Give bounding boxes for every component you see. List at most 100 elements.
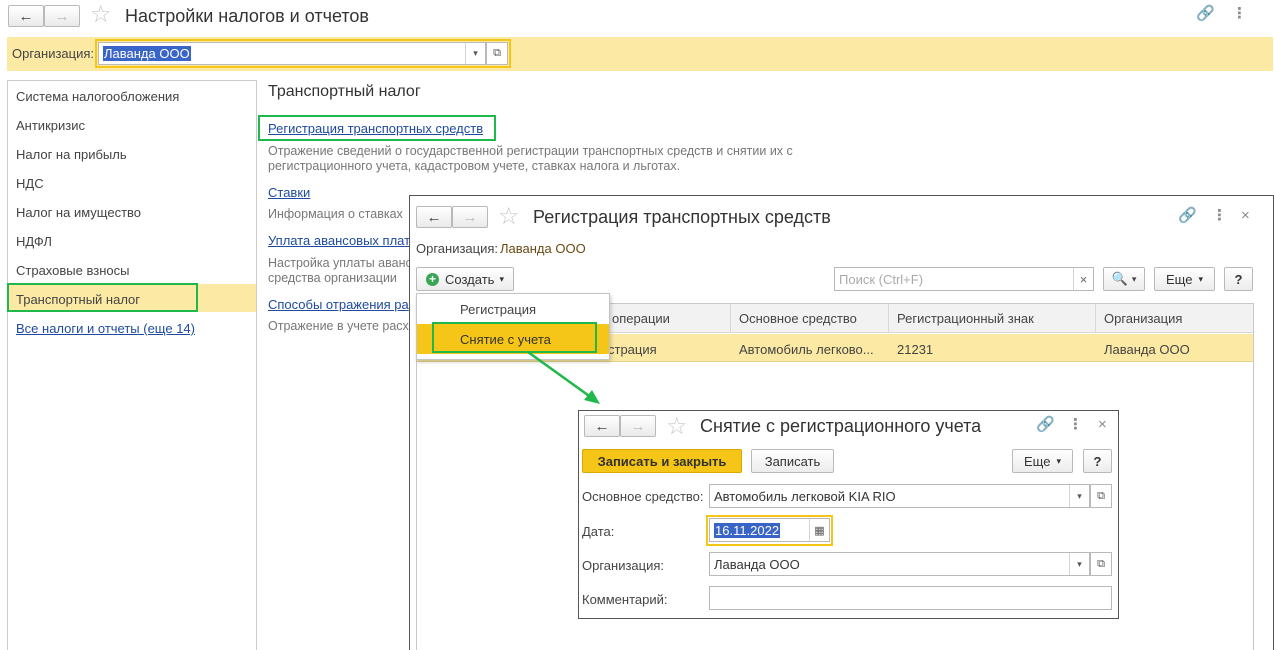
accounting-desc: Отражение в учете расх bbox=[268, 319, 409, 333]
date-input[interactable]: 16.11.2022 ▦ bbox=[709, 518, 830, 542]
sidebar-item-transport[interactable]: Транспортный налог bbox=[16, 292, 140, 307]
reg-more-menu-icon[interactable]: ⋮ bbox=[1212, 208, 1227, 224]
arrow-head bbox=[584, 390, 600, 404]
reg-close-icon[interactable]: × bbox=[1241, 208, 1250, 224]
sidebar-item-insurance[interactable]: Страховые взносы bbox=[16, 263, 129, 278]
advance-payments-link[interactable]: Уплата авансовых плат bbox=[268, 233, 410, 248]
arrow-line bbox=[527, 350, 593, 400]
col-header-org[interactable]: Организация bbox=[1104, 311, 1182, 326]
reg-org-label: Организация: bbox=[416, 241, 499, 256]
link-icon[interactable]: 🔗 bbox=[1196, 6, 1215, 22]
sidebar-item-ndfl[interactable]: НДФЛ bbox=[16, 234, 52, 249]
create-label: Создать bbox=[445, 271, 495, 287]
all-taxes-link[interactable]: Все налоги и отчеты (еще 14) bbox=[16, 321, 195, 336]
chevron-down-icon[interactable]: ▾ bbox=[1069, 553, 1089, 575]
registration-link[interactable]: Регистрация транспортных средств bbox=[268, 121, 483, 136]
dereg-more-menu-icon[interactable]: ⋮ bbox=[1068, 417, 1083, 433]
dereg-more-label: Еще bbox=[1024, 453, 1051, 469]
chevron-down-icon: ▾ bbox=[1056, 455, 1061, 466]
dereg-link-icon[interactable]: 🔗 bbox=[1036, 417, 1055, 433]
asset-input[interactable]: Автомобиль легковой KIA RIO ▾ bbox=[709, 484, 1090, 508]
chevron-down-icon: ▾ bbox=[1198, 273, 1203, 284]
dereg-window-title: Снятие с регистрационного учета bbox=[700, 416, 982, 436]
sidebar bbox=[7, 80, 257, 650]
open-icon[interactable]: ⧉ bbox=[486, 42, 508, 65]
chevron-down-icon[interactable]: ▾ bbox=[1069, 485, 1089, 507]
registration-desc-1: Отражение сведений о государственной рег… bbox=[268, 144, 793, 158]
dereg-org-label: Организация: bbox=[582, 558, 665, 573]
org-input[interactable]: Лаванда ООО ▾ bbox=[98, 42, 486, 65]
save-and-close-button[interactable]: Записать и закрыть bbox=[582, 449, 742, 473]
search-clear-icon[interactable]: × bbox=[1073, 268, 1093, 290]
reg-link-icon[interactable]: 🔗 bbox=[1178, 208, 1197, 224]
calendar-icon[interactable]: ▦ bbox=[809, 519, 829, 541]
asset-value: Автомобиль легковой KIA RIO bbox=[714, 488, 896, 504]
chevron-down-icon: ▾ bbox=[499, 273, 504, 284]
col-divider bbox=[730, 304, 731, 333]
reg-more-label: Еще bbox=[1166, 271, 1193, 287]
favorite-star-icon[interactable]: ☆ bbox=[90, 3, 112, 27]
save-button[interactable]: Записать bbox=[751, 449, 834, 473]
reg-favorite-star-icon[interactable]: ☆ bbox=[498, 205, 520, 229]
reg-forward-button[interactable]: → bbox=[452, 206, 488, 228]
comment-label: Комментарий: bbox=[582, 592, 668, 607]
dereg-org-open-icon[interactable]: ⧉ bbox=[1090, 552, 1112, 576]
search-icon: 🔍 bbox=[1111, 271, 1128, 286]
sidebar-item-tax-system[interactable]: Система налогообложения bbox=[16, 89, 179, 104]
sidebar-item-property-tax[interactable]: Налог на имущество bbox=[16, 205, 141, 220]
col-header-asset[interactable]: Основное средство bbox=[739, 311, 857, 326]
dereg-org-input[interactable]: Лаванда ООО ▾ bbox=[709, 552, 1090, 576]
advance-desc-2: средства организации bbox=[268, 271, 397, 285]
menu-item-registration[interactable]: Регистрация bbox=[460, 302, 536, 317]
plus-circle-icon: + bbox=[426, 272, 440, 286]
back-button[interactable]: ← bbox=[8, 5, 44, 27]
row-cell-org: Лаванда ООО bbox=[1104, 342, 1190, 357]
search-placeholder: Поиск (Ctrl+F) bbox=[839, 271, 924, 287]
reg-help-button[interactable]: ? bbox=[1224, 267, 1253, 291]
create-button[interactable]: + Создать ▾ bbox=[416, 267, 514, 291]
page-title: Настройки налогов и отчетов bbox=[125, 6, 369, 26]
row-cell-asset: Автомобиль легково... bbox=[739, 342, 874, 357]
dereg-more-button[interactable]: Еще ▾ bbox=[1012, 449, 1073, 473]
col-divider bbox=[1095, 304, 1096, 333]
menu-item-deregistration[interactable]: Снятие с учета bbox=[460, 332, 551, 347]
comment-input[interactable] bbox=[709, 586, 1112, 610]
dereg-close-icon[interactable]: × bbox=[1098, 417, 1107, 433]
dereg-org-value: Лаванда ООО bbox=[714, 556, 800, 572]
reg-org-value: Лаванда ООО bbox=[500, 241, 586, 256]
reg-back-button[interactable]: ← bbox=[416, 206, 452, 228]
forward-button[interactable]: → bbox=[44, 5, 80, 27]
col-divider bbox=[888, 304, 889, 333]
dereg-help-button[interactable]: ? bbox=[1083, 449, 1112, 473]
section-heading: Транспортный налог bbox=[268, 83, 421, 100]
dereg-favorite-star-icon[interactable]: ☆ bbox=[666, 415, 688, 439]
chevron-down-icon: ▾ bbox=[1131, 273, 1137, 284]
dereg-forward-button[interactable]: → bbox=[620, 415, 656, 437]
advance-desc-1: Настройка уплаты аванс bbox=[268, 256, 412, 270]
chevron-down-icon[interactable]: ▾ bbox=[465, 43, 485, 64]
search-input[interactable]: Поиск (Ctrl+F) × bbox=[834, 267, 1094, 291]
date-value: 16.11.2022 bbox=[714, 522, 781, 538]
rates-desc: Информация о ставках bbox=[268, 207, 403, 221]
sidebar-item-anticrisis[interactable]: Антикризис bbox=[16, 118, 85, 133]
org-label: Организация: bbox=[12, 46, 95, 61]
org-value: Лаванда ООО bbox=[103, 46, 191, 61]
row-cell-operation: страция bbox=[608, 342, 657, 357]
search-button[interactable]: 🔍 ▾ bbox=[1103, 267, 1145, 291]
reg-window-title: Регистрация транспортных средств bbox=[533, 207, 831, 227]
sidebar-item-vat[interactable]: НДС bbox=[16, 176, 44, 191]
col-header-operation[interactable]: операции bbox=[612, 311, 670, 326]
dereg-back-button[interactable]: ← bbox=[584, 415, 620, 437]
rates-link[interactable]: Ставки bbox=[268, 185, 310, 200]
date-label: Дата: bbox=[582, 524, 615, 539]
asset-open-icon[interactable]: ⧉ bbox=[1090, 484, 1112, 508]
reg-more-button[interactable]: Еще ▾ bbox=[1154, 267, 1215, 291]
col-header-reg-sign[interactable]: Регистрационный знак bbox=[897, 311, 1034, 326]
more-menu-icon[interactable]: ⋮ bbox=[1232, 6, 1247, 22]
annotation-arrow bbox=[527, 350, 600, 404]
row-cell-reg-sign: 21231 bbox=[897, 342, 934, 357]
accounting-methods-link[interactable]: Способы отражения ра bbox=[268, 297, 409, 312]
sidebar-item-profit-tax[interactable]: Налог на прибыль bbox=[16, 147, 127, 162]
asset-label: Основное средство: bbox=[582, 489, 704, 504]
registration-desc-2: регистрационного учета, кадастровом учет… bbox=[268, 159, 681, 173]
